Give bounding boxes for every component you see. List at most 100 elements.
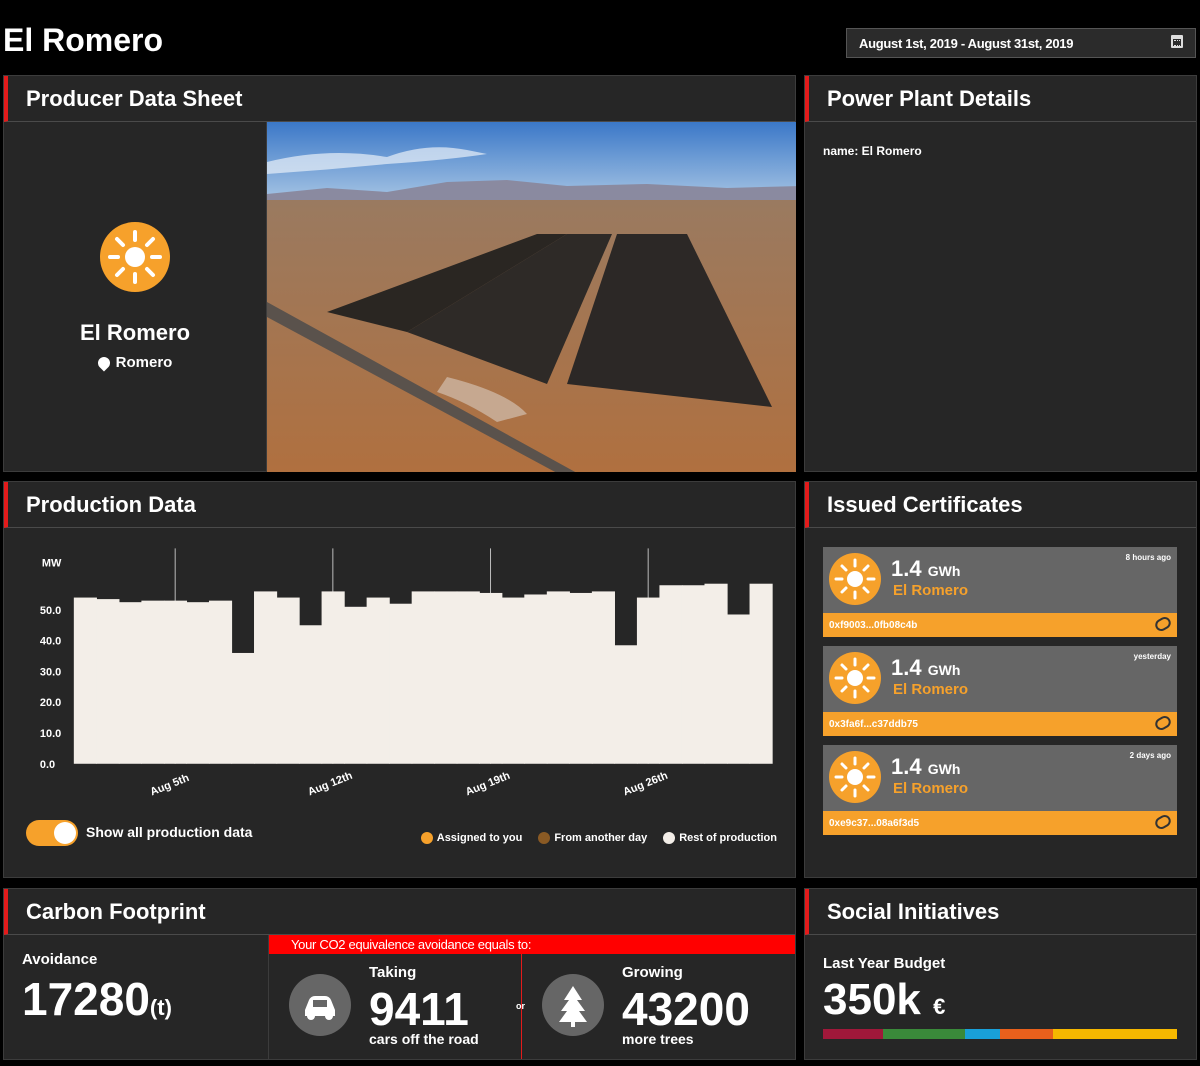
certificate-hash: 0xf9003...0fb08c4b <box>829 619 918 631</box>
y-tick-label: 0.0 <box>40 759 55 771</box>
avoidance-label: Avoidance <box>22 951 98 968</box>
producer-panel: Producer Data Sheet El Romero Romero <box>3 75 796 472</box>
certificate-time: yesterday <box>1133 652 1171 661</box>
production-bar <box>614 645 638 764</box>
y-tick-label: 10.0 <box>40 728 61 740</box>
certificate-hash: 0x3fa6f...c37ddb75 <box>829 718 918 730</box>
power-plant-details-title: Power Plant Details <box>805 76 1196 122</box>
production-bar <box>118 602 142 764</box>
production-bar <box>344 606 368 764</box>
producer-location: Romero <box>95 354 173 371</box>
production-bar <box>231 652 255 764</box>
certificates-panel-title: Issued Certificates <box>805 482 1196 528</box>
show-all-toggle[interactable] <box>26 820 78 846</box>
trees-bottom-label: more trees <box>622 1031 694 1047</box>
certificate-hash-bar[interactable]: 0x3fa6f...c37ddb75 <box>823 712 1177 736</box>
production-panel-title: Production Data <box>4 482 795 528</box>
production-bar <box>434 591 458 764</box>
production-bar <box>186 602 210 764</box>
y-tick-label: 20.0 <box>40 697 61 709</box>
producer-location-label: Romero <box>115 354 173 371</box>
production-bar <box>546 591 570 764</box>
legend-dot <box>663 832 676 844</box>
certificates-panel: Issued Certificates 1.4 GWh El Romero 8 … <box>804 481 1197 878</box>
solar-sun-icon <box>100 222 170 292</box>
social-initiatives-title: Social Initiatives <box>805 889 1196 935</box>
budget-segment <box>823 1029 884 1039</box>
budget-value: 350k € <box>823 975 946 1024</box>
budget-breakdown-bar <box>823 1029 1177 1039</box>
cars-bottom-label: cars off the road <box>369 1031 479 1047</box>
link-icon[interactable] <box>1153 812 1173 832</box>
certificate-amount: 1.4 GWh <box>891 655 961 680</box>
budget-segment <box>964 1029 1000 1039</box>
cars-value: 9411 <box>369 983 469 1035</box>
legend-item-rest[interactable]: Rest of production <box>663 832 777 844</box>
location-pin-icon <box>95 354 113 371</box>
budget-segment <box>999 1029 1054 1039</box>
legend-label: From another day <box>554 832 648 844</box>
solar-sun-icon <box>829 652 881 704</box>
social-initiatives-panel: Social Initiatives Last Year Budget 350k… <box>804 888 1197 1060</box>
production-bar <box>749 583 773 764</box>
certificate-card[interactable]: 1.4 GWh El Romero 2 days ago 0xe9c37...0… <box>823 745 1177 835</box>
production-bar <box>659 585 683 764</box>
production-bar <box>163 600 188 764</box>
production-bar <box>321 591 345 764</box>
certificate-hash: 0xe9c37...08a6f3d5 <box>829 817 920 829</box>
calendar-icon[interactable] <box>1171 35 1183 48</box>
tree-icon <box>542 974 604 1036</box>
production-bar <box>96 599 120 764</box>
production-bar <box>636 597 661 764</box>
certificate-card[interactable]: 1.4 GWh El Romero yesterday 0x3fa6f...c3… <box>823 646 1177 736</box>
legend-label: Assigned to you <box>436 832 523 844</box>
legend-label: Rest of production <box>679 832 777 844</box>
production-bar <box>141 600 165 764</box>
production-bar <box>569 592 593 764</box>
x-tick-label: Aug 5th <box>149 772 192 799</box>
production-bar <box>73 597 97 764</box>
budget-segment <box>1053 1029 1177 1039</box>
production-bar <box>681 585 706 764</box>
link-icon[interactable] <box>1153 713 1173 733</box>
certificate-hash-bar[interactable]: 0xf9003...0fb08c4b <box>823 613 1177 637</box>
budget-segment <box>883 1029 965 1039</box>
equivalence-banner: Your CO2 equivalence avoidance equals to… <box>269 935 795 954</box>
certificate-time: 2 days ago <box>1129 751 1171 760</box>
production-bar <box>524 594 548 764</box>
production-bar <box>727 614 751 764</box>
producer-panel-title: Producer Data Sheet <box>4 76 795 122</box>
certificate-plant: El Romero <box>893 582 969 599</box>
certificate-hash-bar[interactable]: 0xe9c37...08a6f3d5 <box>823 811 1177 835</box>
production-panel: Production Data MW 0.0 10.0 20.0 30.0 40.0 50.… <box>3 481 796 878</box>
link-icon[interactable] <box>1153 614 1173 634</box>
avoidance-box: Avoidance 17280(t) <box>4 935 269 1059</box>
y-axis-unit-label: MW <box>42 557 62 569</box>
show-all-toggle-label: Show all production data <box>86 824 253 840</box>
avoidance-value: 17280(t) <box>22 973 172 1025</box>
certificate-card[interactable]: 1.4 GWh El Romero 8 hours ago 0xf9003...… <box>823 547 1177 637</box>
production-bar <box>366 597 390 764</box>
legend-dot <box>538 832 551 844</box>
trees-equivalence: Growing 43200 more trees <box>522 954 797 1059</box>
date-range-picker[interactable]: August 1st, 2019 - August 31st, 2019 <box>846 28 1196 58</box>
chart-legend: Assigned to you From another day Rest of… <box>420 832 777 844</box>
certificate-plant: El Romero <box>893 681 969 698</box>
producer-card: El Romero Romero <box>4 122 267 471</box>
page-title: El Romero <box>3 22 164 58</box>
legend-item-another-day[interactable]: From another day <box>538 832 647 844</box>
cars-equivalence: Taking 9411 cars off the road <box>269 954 521 1059</box>
producer-name: El Romero <box>79 320 191 345</box>
solar-sun-icon <box>829 751 881 803</box>
production-bar <box>254 591 278 764</box>
y-tick-label: 40.0 <box>40 636 61 648</box>
certificate-time: 8 hours ago <box>1125 553 1171 562</box>
certificate-plant: El Romero <box>893 780 969 797</box>
production-bar <box>456 591 480 764</box>
production-chart: MW 0.0 10.0 20.0 30.0 40.0 50.0 Aug 5th Aug 12th… <box>40 548 773 799</box>
production-bar <box>591 591 615 764</box>
solar-sun-icon <box>829 553 881 605</box>
legend-item-assigned[interactable]: Assigned to you <box>420 832 523 844</box>
carbon-footprint-panel: Carbon Footprint Avoidance 17280(t) Your… <box>3 888 796 1060</box>
plant-name-field: name: El Romero <box>823 144 922 158</box>
